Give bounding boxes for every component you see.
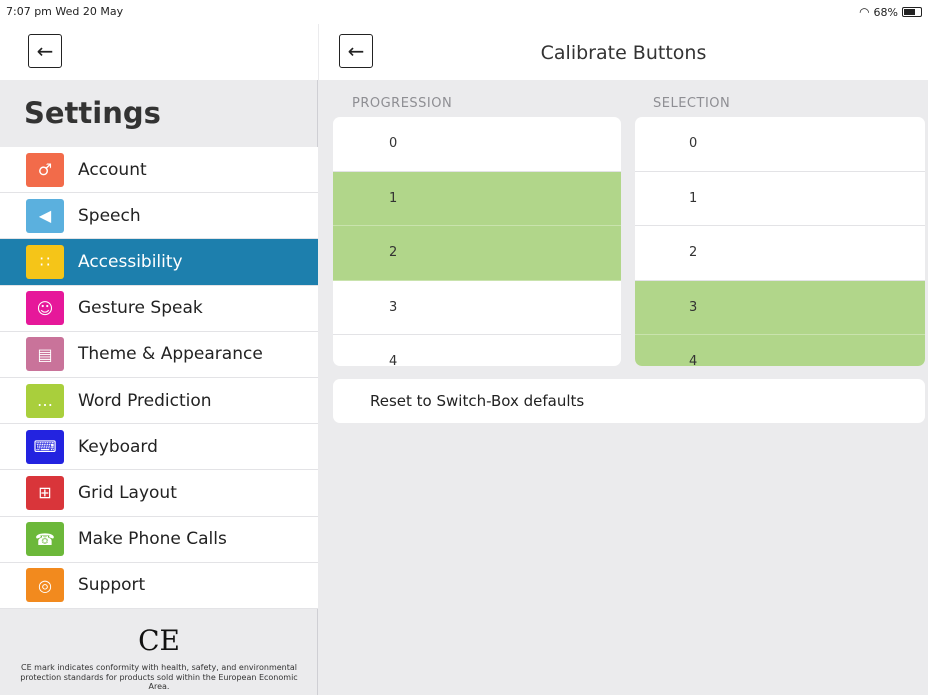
selection-row[interactable]: 4	[635, 335, 925, 366]
sidebar-item-label: Support	[78, 575, 146, 596]
ce-notice: CE CE mark indicates conformity with hea…	[0, 624, 318, 692]
progression-row[interactable]: 0	[333, 117, 621, 172]
sidebar-item-gesture-speak[interactable]: ☺ Gesture Speak	[0, 285, 318, 332]
sidebar-item-speech[interactable]: ◀ Speech	[0, 193, 318, 240]
sidebar-item-label: Account	[78, 159, 147, 180]
sidebar-item-label: Grid Layout	[78, 482, 177, 503]
progression-row[interactable]: 2	[333, 226, 621, 281]
grid-dots-icon: ∷	[26, 244, 64, 279]
sidebar-header: ←	[0, 24, 318, 80]
sidebar-item-label: Accessibility	[78, 251, 183, 272]
progression-value: 1	[389, 190, 398, 206]
selection-value: 1	[689, 190, 698, 206]
ce-description: CE mark indicates conformity with health…	[20, 663, 298, 692]
selection-value: 0	[689, 136, 698, 152]
selection-row[interactable]: 0	[635, 117, 925, 172]
selection-row[interactable]: 1	[635, 172, 925, 226]
window-icon: ▤	[26, 337, 64, 372]
gesture-face-icon: ☺	[26, 291, 64, 326]
sidebar-item-label: Make Phone Calls	[78, 529, 227, 550]
selection-label: SELECTION	[653, 96, 731, 111]
sidebar-item-word-prediction[interactable]: … Word Prediction	[0, 377, 318, 425]
settings-sidebar: ← Settings ♂ Account ◀ Speech ∷ Accessibility…	[0, 24, 318, 695]
app-root: 7:07 pm Wed 20 May ◠ 68% ← Settings ♂ Acc…	[0, 0, 928, 695]
sidebar-item-make-phone-calls[interactable]: ☎ Make Phone Calls	[0, 516, 318, 563]
selection-row[interactable]: 2	[635, 226, 925, 281]
table-grid-icon: ⊞	[26, 475, 64, 510]
selection-value: 4	[689, 354, 698, 366]
sidebar-item-account[interactable]: ♂ Account	[0, 147, 318, 194]
progression-list: 0 1 2 3 4	[333, 117, 621, 366]
sidebar-item-label: Speech	[78, 205, 141, 226]
selection-list: 0 1 2 3 4	[635, 117, 925, 366]
sidebar-item-label: Word Prediction	[78, 390, 212, 411]
selection-row[interactable]: 3	[635, 280, 925, 335]
sidebar-back-button[interactable]: ←	[28, 34, 62, 68]
progression-value: 3	[389, 299, 398, 315]
calibrate-panel: ← Calibrate Buttons PROGRESSION SELECTIO…	[319, 24, 928, 695]
selection-value: 3	[689, 299, 698, 315]
page-title: Calibrate Buttons	[540, 42, 707, 64]
progression-row[interactable]: 4	[333, 335, 621, 366]
progression-row[interactable]: 3	[333, 281, 621, 335]
progression-value: 2	[389, 245, 398, 261]
sidebar-item-grid-layout[interactable]: ⊞ Grid Layout	[0, 470, 318, 517]
selection-value: 2	[689, 245, 698, 261]
lifebuoy-icon: ◎	[26, 568, 64, 603]
sidebar-item-theme-appearance[interactable]: ▤ Theme & Appearance	[0, 331, 318, 378]
battery-percent: 68%	[873, 5, 898, 19]
back-arrow-icon: ←	[36, 39, 54, 63]
settings-menu: ♂ Account ◀ Speech ∷ Accessibility ☺ Gesture Sp…	[0, 147, 318, 609]
speaker-icon: ◀	[26, 198, 64, 233]
sidebar-item-label: Theme & Appearance	[78, 344, 263, 365]
panel-header: ← Calibrate Buttons	[319, 24, 928, 80]
person-icon: ♂	[26, 152, 64, 187]
status-indicators: ◠ 68%	[859, 5, 922, 19]
prediction-bar-icon: …	[26, 383, 64, 418]
sidebar-item-label: Gesture Speak	[78, 298, 203, 319]
progression-row[interactable]: 1	[333, 171, 621, 226]
battery-icon	[902, 7, 922, 17]
status-time: 7:07 pm Wed 20 May	[6, 5, 124, 18]
ce-mark-icon: CE	[138, 624, 180, 657]
reset-defaults-button[interactable]: Reset to Switch-Box defaults	[333, 379, 925, 423]
phone-icon: ☎	[26, 522, 64, 557]
sidebar-title: Settings	[24, 96, 161, 130]
sidebar-item-accessibility[interactable]: ∷ Accessibility	[0, 239, 318, 286]
sidebar-item-keyboard[interactable]: ⌨ Keyboard	[0, 424, 318, 471]
keyboard-icon: ⌨	[26, 429, 64, 464]
progression-value: 4	[389, 354, 398, 366]
sidebar-item-support[interactable]: ◎ Support	[0, 562, 318, 609]
wifi-icon: ◠	[859, 5, 870, 19]
sidebar-item-label: Keyboard	[78, 436, 158, 457]
status-bar: 7:07 pm Wed 20 May ◠ 68%	[0, 0, 928, 24]
progression-value: 0	[389, 136, 398, 152]
progression-label: PROGRESSION	[352, 96, 453, 111]
